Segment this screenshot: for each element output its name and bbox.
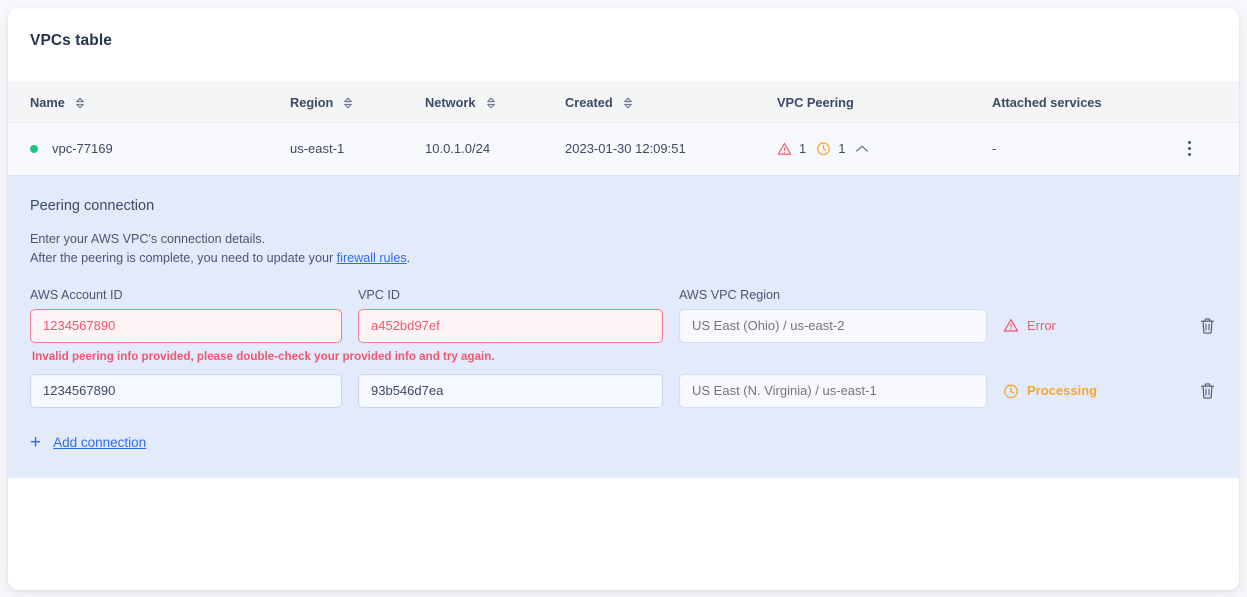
connection-row: Error [30, 308, 1217, 343]
column-label-network: Network [425, 95, 476, 110]
vpc-id-input[interactable] [358, 373, 663, 408]
column-label-region: Region [290, 95, 334, 110]
plus-icon: + [30, 431, 42, 453]
connection-status-processing: Processing [1003, 383, 1183, 399]
chevron-up-icon[interactable] [855, 144, 869, 154]
aws-account-id-input[interactable] [30, 373, 342, 408]
peering-connection-panel: Peering connection Enter your AWS VPC's … [8, 174, 1239, 478]
description-line-2: After the peering is complete, you need … [30, 249, 1217, 268]
column-header-name[interactable]: Name [8, 82, 290, 123]
column-header-actions [1172, 82, 1239, 123]
aws-account-id-input[interactable] [30, 308, 342, 343]
description-line-2-suffix: . [406, 250, 411, 265]
trash-icon[interactable] [1199, 317, 1216, 335]
add-connection-button[interactable]: + Add connection [30, 433, 146, 452]
column-header-vpc-peering: VPC Peering [777, 82, 992, 123]
label-aws-vpc-region: AWS VPC Region [679, 287, 781, 302]
peering-panel-heading: Peering connection [30, 197, 155, 214]
cell-actions [1172, 123, 1239, 175]
sort-icon[interactable] [486, 97, 496, 109]
add-connection-label: Add connection [53, 434, 147, 450]
trash-icon[interactable] [1199, 382, 1216, 400]
cell-region: us-east-1 [290, 141, 345, 157]
description-line-2-prefix: After the peering is complete, you need … [30, 250, 337, 265]
delete-connection-button[interactable] [1199, 382, 1216, 400]
table-row[interactable]: vpc-77169 us-east-1 10.0.1.0/24 2023-01-… [8, 122, 1239, 175]
cell-network: 10.0.1.0/24 [425, 141, 491, 157]
column-label-name: Name [30, 95, 65, 110]
peering-error-count: 1 [799, 141, 807, 157]
page-title: VPCs table [30, 32, 112, 49]
firewall-rules-link[interactable]: firewall rules [337, 251, 407, 265]
column-label-created: Created [565, 95, 613, 110]
sort-icon[interactable] [623, 97, 633, 109]
vpc-name: vpc-77169 [52, 141, 113, 157]
table-header-row: Name Region Network Created VPC Peering … [8, 82, 1239, 123]
status-dot-icon [30, 144, 38, 153]
warning-triangle-icon[interactable] [777, 142, 792, 156]
vpcs-table: Name Region Network Created VPC Peering … [8, 82, 1239, 175]
vpc-id-input[interactable] [358, 308, 663, 343]
status-label: Processing [1027, 383, 1098, 398]
vpcs-card: VPCs table Name Region Network Created V… [8, 8, 1239, 590]
connection-error-message: Invalid peering info provided, please do… [32, 349, 495, 363]
column-label-vpc-peering: VPC Peering [777, 95, 854, 110]
clock-icon[interactable] [816, 141, 831, 156]
column-header-attached-services: Attached services [992, 82, 1172, 123]
column-label-attached-services: Attached services [992, 95, 1102, 110]
column-header-created[interactable]: Created [565, 82, 777, 123]
kebab-menu-icon[interactable] [1184, 137, 1195, 160]
cell-created: 2023-01-30 12:09:51 [565, 141, 686, 157]
clock-icon [1004, 383, 1018, 398]
column-header-region[interactable]: Region [290, 82, 425, 123]
table-header: Name Region Network Created VPC Peering … [8, 82, 1239, 123]
form-labels-row: AWS Account ID VPC ID AWS VPC Region [30, 288, 1217, 302]
column-header-network[interactable]: Network [425, 82, 565, 123]
peering-processing-count: 1 [838, 141, 846, 157]
connection-row: Processing [30, 373, 1217, 408]
sort-icon[interactable] [343, 97, 353, 109]
warning-triangle-icon [1003, 318, 1019, 332]
connection-status-error: Error [1003, 318, 1183, 333]
label-aws-account-id: AWS Account ID [30, 287, 123, 302]
sort-icon[interactable] [75, 97, 85, 109]
delete-connection-button[interactable] [1199, 317, 1216, 335]
aws-vpc-region-input[interactable] [679, 373, 987, 408]
label-vpc-id: VPC ID [358, 287, 400, 302]
peering-panel-description: Enter your AWS VPC's connection details.… [30, 230, 1217, 268]
aws-vpc-region-input[interactable] [679, 308, 987, 343]
cell-name: vpc-77169 [8, 123, 290, 175]
description-line-1: Enter your AWS VPC's connection details. [30, 231, 266, 246]
cell-vpc-peering: 1 1 [777, 123, 992, 175]
table-body: vpc-77169 us-east-1 10.0.1.0/24 2023-01-… [8, 122, 1239, 175]
status-label: Error [1027, 318, 1056, 333]
cell-attached-services: - [992, 141, 997, 157]
